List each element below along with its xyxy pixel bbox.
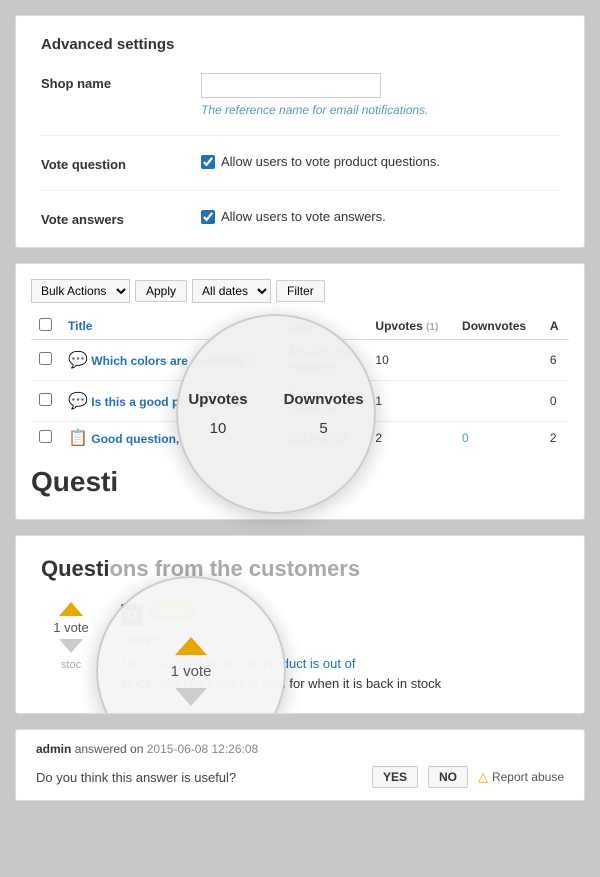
upvotes-1: 10 xyxy=(367,340,454,381)
vote-up-arrow[interactable] xyxy=(59,602,83,616)
frontend-title: Questions from the customers xyxy=(41,556,559,582)
vote-question-row: Vote question Allow users to vote produc… xyxy=(41,154,559,191)
mag2-down-arrow xyxy=(175,688,207,706)
advanced-settings-panel: Advanced settings Shop name The referenc… xyxy=(15,15,585,248)
answer-meta: admin answered on 2015-06-08 12:26:08 xyxy=(36,742,564,756)
shop-name-content: The reference name for email notificatio… xyxy=(201,73,559,117)
title-partial: Questi xyxy=(41,556,109,581)
mag-val-downvotes: 5 xyxy=(266,414,382,443)
shop-name-row: Shop name The reference name for email n… xyxy=(41,73,559,136)
frontend-section: Questions from the customers 1 vote stoc… xyxy=(15,535,585,714)
question-link-3[interactable]: Good question, xyxy=(91,432,179,446)
mag-header-downvotes: Downvotes xyxy=(266,385,382,414)
col-answers: A xyxy=(542,313,569,340)
vote-question-label: Vote question xyxy=(41,154,201,172)
answer-footer-panel: admin answered on 2015-06-08 12:26:08 Do… xyxy=(15,729,585,801)
report-label: Report abuse xyxy=(492,770,564,784)
shop-name-hint: The reference name for email notificatio… xyxy=(201,103,559,117)
select-all-checkbox[interactable] xyxy=(39,318,52,331)
mag2-up-arrow xyxy=(175,637,207,655)
table-section: Bulk Actions Apply All dates Filter Titl… xyxy=(15,263,585,520)
vote-question-text: Allow users to vote product questions. xyxy=(221,154,440,169)
mag-val-upvotes: 10 xyxy=(170,414,265,443)
vote-answers-text: Allow users to vote answers. xyxy=(221,209,386,224)
bubble-icon-2: 💬 xyxy=(68,393,88,410)
vote-down-arrow[interactable] xyxy=(59,639,83,653)
mag-header-upvotes: Upvotes xyxy=(170,385,265,414)
downvotes-3: 0 xyxy=(454,422,542,455)
answers-1: 6 xyxy=(542,340,569,381)
answer-action: answered on xyxy=(75,742,144,756)
magnifier-tooltip-1: Upvotes Downvotes 10 5 xyxy=(176,314,376,514)
mag2-vote-count: 1 vote xyxy=(171,663,212,680)
bubble-icon-3: 📋 xyxy=(68,430,88,447)
report-abuse-button[interactable]: △ Report abuse xyxy=(478,769,564,785)
answer-feedback-row: Do you think this answer is useful? YES … xyxy=(36,766,564,788)
date-filter-select[interactable]: All dates xyxy=(192,279,271,303)
vote-answers-label: Vote answers xyxy=(41,209,201,227)
row-checkbox-3[interactable] xyxy=(39,430,52,443)
vote-question-content: Allow users to vote product questions. xyxy=(201,154,559,169)
magnifier-tooltip-2: 1 vote xyxy=(96,576,286,714)
vote-question-checkbox[interactable] xyxy=(201,155,215,169)
answers-2: 0 xyxy=(542,381,569,422)
filter-button[interactable]: Filter xyxy=(276,280,325,302)
answers-3: 2 xyxy=(542,422,569,455)
no-button[interactable]: NO xyxy=(428,766,468,788)
apply-button[interactable]: Apply xyxy=(135,280,187,302)
answer-author: admin xyxy=(36,742,71,756)
advanced-settings-title: Advanced settings xyxy=(41,36,559,53)
vote-answers-content: Allow users to vote answers. xyxy=(201,209,559,224)
stock-label: stoc xyxy=(61,659,81,671)
vote-answers-row: Vote answers Allow users to vote answers… xyxy=(41,209,559,227)
vote-widget-main: 1 vote stoc xyxy=(41,602,101,693)
bubble-icon-1: 💬 xyxy=(68,352,88,369)
vote-count-main: 1 vote xyxy=(53,620,88,635)
answer-timestamp: 2015-06-08 12:26:08 xyxy=(147,742,258,756)
shop-name-label: Shop name xyxy=(41,73,201,91)
col-upvotes: Upvotes (1) xyxy=(367,313,454,340)
col-downvotes: Downvotes xyxy=(454,313,542,340)
toolbar: Bulk Actions Apply All dates Filter xyxy=(31,279,569,303)
bulk-actions-select[interactable]: Bulk Actions xyxy=(31,279,130,303)
row-checkbox-1[interactable] xyxy=(39,352,52,365)
title-partial2: ons from the customers xyxy=(109,556,360,581)
row-checkbox-2[interactable] xyxy=(39,393,52,406)
vote-answers-checkbox[interactable] xyxy=(201,210,215,224)
downvotes-2 xyxy=(454,381,542,422)
feedback-question: Do you think this answer is useful? xyxy=(36,770,362,785)
warning-icon: △ xyxy=(478,769,488,785)
yes-button[interactable]: YES xyxy=(372,766,418,788)
downvotes-1 xyxy=(454,340,542,381)
shop-name-input[interactable] xyxy=(201,73,381,98)
